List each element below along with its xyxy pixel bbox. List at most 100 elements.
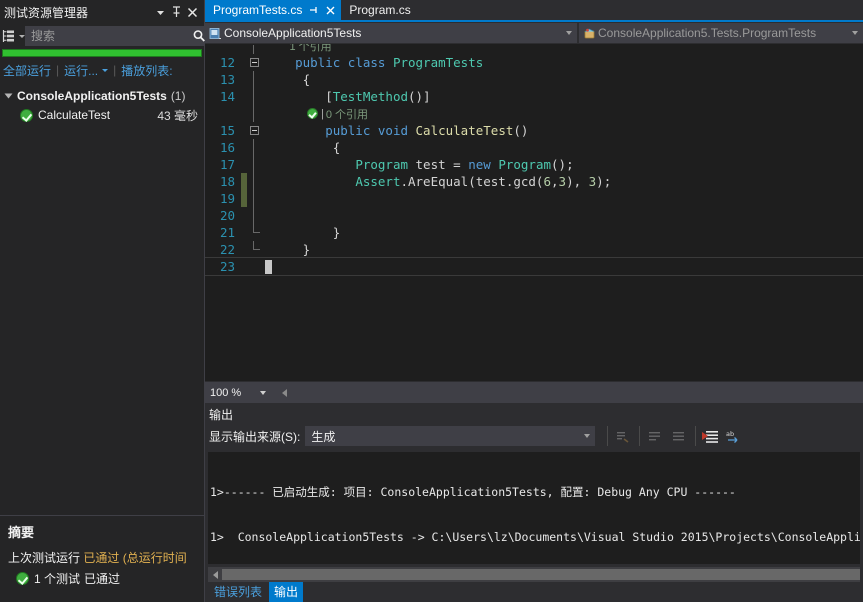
test-list-item[interactable]: CalculateTest 43 毫秒 [0,105,204,125]
outline-marker [247,88,261,105]
output-horizontal-scrollbar[interactable] [208,567,860,582]
line-number: 20 [219,208,235,223]
clear-all-icon[interactable] [607,426,633,446]
code-line-clipped: 1 个引用 [205,44,863,54]
playlist-button[interactable]: 播放列表: [121,62,172,79]
code-text: } [265,242,311,257]
tab-program-tests-cs[interactable]: ProgramTests.cs [205,0,342,20]
test-explorer-search-row [0,24,223,48]
output-source-dropdown[interactable]: 生成 [305,426,596,446]
outline-marker [247,190,261,207]
toggle-messages-icon[interactable] [695,426,721,446]
document-area: ProgramTests.cs Program.cs ConsoleApplic… [205,0,863,602]
test-explorer-titlebar: 测试资源管理器 [0,0,204,24]
search-box[interactable] [25,26,223,46]
test-group-row[interactable]: ConsoleApplication5Tests (1) [0,86,204,105]
horizontal-scroll-left-arrow[interactable] [277,385,291,401]
word-wrap-icon[interactable] [639,426,665,446]
code-text: public void CalculateTest() [265,123,529,138]
code-line-17: 17 Program test = new Program(); [205,156,863,173]
tab-error-list[interactable]: 错误列表 [209,582,267,602]
line-number: 23 [219,259,235,274]
chevron-expanded-icon[interactable] [4,93,13,98]
output-bottom-tabs: 错误列表 输出 [205,582,863,602]
close-icon[interactable] [326,6,335,15]
run-all-button[interactable]: 全部运行 [3,62,51,79]
outline-marker [247,241,261,258]
line-number: 13 [219,72,235,87]
summary-last-run-label: 上次测试运行 [8,551,81,565]
code-line-12: 12 public class ProgramTests [205,54,863,71]
project-icon [206,27,224,40]
scroll-left-arrow-icon[interactable] [208,567,222,582]
tab-output[interactable]: 输出 [269,582,304,602]
output-text[interactable]: 1>------ 已启动生成: 项目: ConsoleApplication5T… [208,452,860,564]
outline-marker [247,224,261,241]
code-line-15: 15 public void CalculateTest() [205,122,863,139]
test-duration: 43 毫秒 [157,108,198,123]
line-number: 21 [219,225,235,240]
line-number: 14 [219,89,235,104]
chevron-down-icon[interactable] [562,31,576,35]
summary-heading: 摘要 [8,525,35,540]
line-number: 16 [219,140,235,155]
code-text: } [265,225,341,240]
tab-label: Program.cs [349,3,411,17]
outline-marker [247,71,261,88]
output-source-value: 生成 [311,429,336,444]
scrollbar-thumb[interactable] [222,569,860,580]
codelens-reference-count[interactable]: | 0 个引用 [261,105,368,122]
pass-icon [16,572,29,585]
output-pane-title: 输出 [209,407,234,422]
code-text: public class ProgramTests [265,55,484,70]
tab-label: ProgramTests.cs [213,3,303,17]
member-dropdown-value: ConsoleApplication5.Tests.ProgramTests [598,26,817,40]
run-menu-button[interactable]: 运行... [64,62,98,79]
code-line-22: 22 } [205,241,863,258]
outline-collapse-button[interactable] [247,54,261,71]
code-lines: 1 个引用 12 public class ProgramTests 13 { [205,44,863,276]
line-number: 12 [219,55,235,70]
tab-program-cs[interactable]: Program.cs [341,0,417,20]
editor-status-strip: 100 % [205,381,863,403]
pass-icon [307,108,318,119]
text-caret [265,260,272,275]
chevron-down-icon[interactable] [152,3,168,21]
line-number: 17 [219,157,235,172]
line-number: 15 [219,123,235,138]
search-input[interactable] [26,28,188,44]
code-editor[interactable]: 1 个引用 12 public class ProgramTests 13 { [205,44,863,381]
member-dropdown[interactable]: ConsoleApplication5.Tests.ProgramTests [579,23,863,43]
outline-marker[interactable] [247,44,261,54]
outline-marker [247,156,261,173]
close-icon[interactable] [184,3,200,21]
class-dropdown-value: ConsoleApplication5Tests [224,26,362,40]
go-to-message-icon[interactable] [667,426,689,446]
chevron-down-icon[interactable] [257,390,269,395]
svg-text:ab: ab [726,430,734,438]
code-line-21: 21 } [205,224,863,241]
zoom-dropdown[interactable]: 100 % [207,383,269,402]
chevron-down-icon[interactable] [848,31,862,35]
outline-marker [247,207,261,224]
code-text: Assert.AreEqual(test.gcd(6,3), 3); [355,174,612,189]
outline-marker [247,105,261,122]
chevron-down-icon[interactable] [580,434,594,438]
class-dropdown[interactable]: ConsoleApplication5Tests [205,23,577,43]
output-toolbar-buttons: ab [603,426,745,446]
outline-collapse-button[interactable] [247,122,261,139]
pin-icon[interactable] [168,3,184,21]
code-line-20: 20 [205,207,863,224]
pin-icon[interactable] [309,5,319,15]
find-icon[interactable]: ab [723,426,745,446]
summary-last-run: 上次测试运行 已通过 (总运行时间 [8,549,196,566]
code-line-19: 19 [205,190,863,207]
codelens-label: 0 个引用 [325,108,369,121]
group-by-icon[interactable] [2,25,25,47]
test-name: CalculateTest [38,108,111,122]
code-text [261,259,863,275]
visual-studio-window: 测试资源管理器 搜索 全部运行 | 运行... | 播放列表: ConsoleA… [0,0,863,602]
summary-passed-row: 1 个测试 已通过 [8,570,196,587]
code-text: 1 个引用 [265,44,332,53]
codelens-row[interactable]: | 0 个引用 [205,105,863,122]
